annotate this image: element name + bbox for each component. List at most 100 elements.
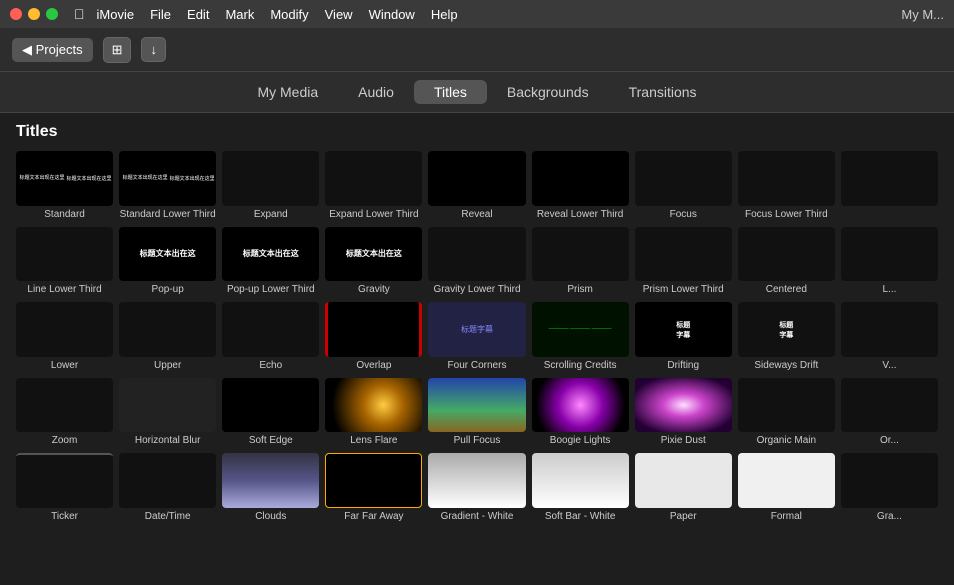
title-item-zoom[interactable]: Zoom	[16, 378, 113, 448]
title-item-reveal-lower-third[interactable]: Reveal Lower Third	[532, 151, 629, 221]
title-item-extra2[interactable]: L...	[841, 227, 938, 297]
close-button[interactable]	[10, 8, 22, 20]
title-label-far-far-away: Far Far Away	[344, 511, 403, 523]
title-label-gravity-lower-third: Gravity Lower Third	[433, 284, 520, 296]
title-label-gravity: Gravity	[358, 284, 390, 296]
menu-mark[interactable]: Mark	[225, 7, 254, 22]
title-item-extra3[interactable]: V...	[841, 302, 938, 372]
title-label-pixie-dust: Pixie Dust	[661, 435, 706, 447]
title-label-formal: Formal	[771, 511, 802, 523]
title-item-prism-lower-third[interactable]: Prism Lower Third	[635, 227, 732, 297]
download-button[interactable]: ↓	[141, 37, 166, 62]
menu-bar: iMovie File Edit Mark Modify View Window…	[97, 7, 458, 22]
title-label-scrolling-credits: Scrolling Credits	[544, 360, 617, 372]
title-label-expand: Expand	[254, 209, 288, 221]
title-label-upper: Upper	[154, 360, 181, 372]
title-item-gravity[interactable]: 标题文本出在这Gravity	[325, 227, 422, 297]
tab-audio[interactable]: Audio	[338, 80, 414, 104]
title-item-soft-edge[interactable]: Soft Edge	[222, 378, 319, 448]
title-label-sideways-drift: Sideways Drift	[754, 360, 818, 372]
title-label-ticker: Ticker	[51, 511, 78, 523]
title-label-extra2: L...	[882, 284, 896, 296]
title-item-focus[interactable]: Focus	[635, 151, 732, 221]
title-item-standard-lower-third[interactable]: 标题文本出现在这里Standard Lower Third	[119, 151, 216, 221]
title-item-expand[interactable]: Expand	[222, 151, 319, 221]
title-label-centered: Centered	[766, 284, 807, 296]
title-item-pull-focus[interactable]: Pull Focus	[428, 378, 525, 448]
title-label-organic-main: Organic Main	[757, 435, 816, 447]
title-item-soft-bar-white[interactable]: Soft Bar - White	[532, 453, 629, 523]
titlebar-right-label: My M...	[901, 7, 944, 22]
menu-edit[interactable]: Edit	[187, 7, 209, 22]
title-item-focus-lower-third[interactable]: Focus Lower Third	[738, 151, 835, 221]
title-item-echo[interactable]: Echo	[222, 302, 319, 372]
title-item-lens-flare[interactable]: Lens Flare	[325, 378, 422, 448]
title-item-upper[interactable]: Upper	[119, 302, 216, 372]
layout-button[interactable]: ⊞	[103, 37, 132, 63]
nav-tabs: My Media Audio Titles Backgrounds Transi…	[0, 72, 954, 113]
traffic-lights	[10, 8, 58, 20]
title-label-reveal-lower-third: Reveal Lower Third	[537, 209, 624, 221]
title-label-date-time: Date/Time	[145, 511, 191, 523]
title-item-popup[interactable]: 标题文本出在这Pop-up	[119, 227, 216, 297]
title-item-lower[interactable]: Lower	[16, 302, 113, 372]
title-label-pull-focus: Pull Focus	[454, 435, 501, 447]
title-item-paper[interactable]: Paper	[635, 453, 732, 523]
title-item-far-far-away[interactable]: Far Far Away	[325, 453, 422, 523]
menu-modify[interactable]: Modify	[270, 7, 308, 22]
title-label-extra5: Gra...	[877, 511, 902, 523]
menu-imovie[interactable]: iMovie	[97, 7, 135, 22]
section-title: Titles	[16, 123, 938, 141]
title-item-sideways-drift[interactable]: 标题 字幕Sideways Drift	[738, 302, 835, 372]
title-item-expand-lower-third[interactable]: Expand Lower Third	[325, 151, 422, 221]
tab-titles[interactable]: Titles	[414, 80, 487, 104]
tab-backgrounds[interactable]: Backgrounds	[487, 80, 609, 104]
title-label-line-lower-third: Line Lower Third	[27, 284, 101, 296]
tab-transitions[interactable]: Transitions	[609, 80, 717, 104]
menu-help[interactable]: Help	[431, 7, 458, 22]
title-item-boogie-lights[interactable]: Boogie Lights	[532, 378, 629, 448]
tab-my-media[interactable]: My Media	[237, 80, 338, 104]
title-item-reveal[interactable]: Reveal	[428, 151, 525, 221]
title-item-extra4[interactable]: Or...	[841, 378, 938, 448]
title-label-paper: Paper	[670, 511, 697, 523]
title-label-soft-bar-white: Soft Bar - White	[545, 511, 616, 523]
fullscreen-button[interactable]	[46, 8, 58, 20]
title-item-standard[interactable]: 标题文本出现在这里Standard	[16, 151, 113, 221]
title-label-focus: Focus	[670, 209, 697, 221]
title-item-line-lower-third[interactable]: Line Lower Third	[16, 227, 113, 297]
title-item-organic-main[interactable]: Organic Main	[738, 378, 835, 448]
title-label-prism-lower-third: Prism Lower Third	[643, 284, 724, 296]
title-label-extra4: Or...	[880, 435, 899, 447]
projects-button[interactable]: ◀ Projects	[12, 38, 93, 62]
title-item-overlap[interactable]: Overlap	[325, 302, 422, 372]
title-item-gravity-lower-third[interactable]: Gravity Lower Third	[428, 227, 525, 297]
title-label-drifting: Drifting	[667, 360, 699, 372]
title-item-clouds[interactable]: Clouds	[222, 453, 319, 523]
title-item-prism[interactable]: Prism	[532, 227, 629, 297]
title-item-pixie-dust[interactable]: Pixie Dust	[635, 378, 732, 448]
title-item-formal[interactable]: Formal	[738, 453, 835, 523]
title-label-echo: Echo	[259, 360, 282, 372]
title-label-horizontal-blur: Horizontal Blur	[135, 435, 201, 447]
minimize-button[interactable]	[28, 8, 40, 20]
title-item-gradient-white[interactable]: Gradient - White	[428, 453, 525, 523]
title-item-horizontal-blur[interactable]: Horizontal Blur	[119, 378, 216, 448]
title-item-date-time[interactable]: Date/Time	[119, 453, 216, 523]
title-label-popup: Pop-up	[152, 284, 184, 296]
title-item-drifting[interactable]: 标题 字幕Drifting	[635, 302, 732, 372]
title-label-standard-lower-third: Standard Lower Third	[120, 209, 216, 221]
menu-view[interactable]: View	[325, 7, 353, 22]
content-area: Titles 标题文本出现在这里Standard标题文本出现在这里Standar…	[0, 113, 954, 580]
menu-file[interactable]: File	[150, 7, 171, 22]
title-item-ticker[interactable]: Ticker	[16, 453, 113, 523]
title-item-four-corners[interactable]: 标题字幕Four Corners	[428, 302, 525, 372]
title-item-popup-lower-third[interactable]: 标题文本出在这Pop-up Lower Third	[222, 227, 319, 297]
menu-window[interactable]: Window	[369, 7, 415, 22]
title-item-centered[interactable]: Centered	[738, 227, 835, 297]
titlebar:  iMovie File Edit Mark Modify View Wind…	[0, 0, 954, 28]
title-item-extra5[interactable]: Gra...	[841, 453, 938, 523]
title-item-scrolling-credits[interactable]: ———— ———— ————Scrolling Credits	[532, 302, 629, 372]
title-label-lower: Lower	[51, 360, 78, 372]
title-item-extra1[interactable]	[841, 151, 938, 221]
